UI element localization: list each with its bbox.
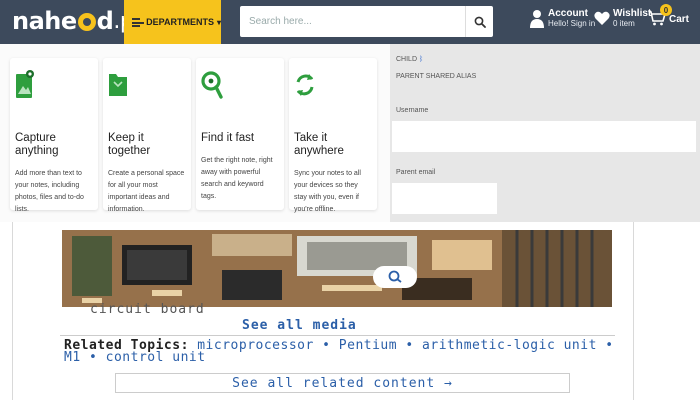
wishlist-title: Wishlist (613, 8, 652, 19)
bluetooth-icon: ᛒ (418, 56, 424, 63)
child-label: CHILD ᛒ (396, 56, 423, 63)
username-label: Username (396, 107, 429, 114)
search-button[interactable] (465, 6, 493, 37)
account-subtitle: Hello! Sign in (548, 19, 596, 28)
heart-icon (594, 11, 610, 25)
search-icon (474, 16, 486, 28)
divider (60, 335, 615, 336)
wishlist-link[interactable]: Wishlist 0 item (594, 8, 651, 29)
hamburger-icon (132, 17, 145, 27)
cart-label: Cart (669, 14, 690, 25)
article-section: circuit board See all media Related Topi… (0, 222, 700, 400)
site-header: nahed.pk DEPARTMENTS ▾ Account Hello! Si… (0, 0, 700, 44)
account-title: Account (548, 8, 588, 19)
parent-email-label: Parent email (396, 169, 436, 176)
cart-link[interactable]: 0 Cart (648, 4, 690, 31)
parent-email-input[interactable] (392, 183, 497, 214)
caret-down-icon: ▾ (216, 17, 221, 27)
wishlist-subtitle: 0 item (613, 19, 635, 28)
departments-label: DEPARTMENTS (146, 17, 214, 27)
logo-ring-icon (77, 13, 96, 31)
feature-title: Keep it together (108, 132, 151, 157)
feature-description: Add more than text to your notes, includ… (15, 170, 84, 213)
feature-title: Find it fast (201, 132, 255, 144)
user-icon (530, 9, 544, 28)
child-label-text: CHILD (396, 56, 418, 63)
feature-card-capture[interactable]: Capture anything Add more than text to y… (10, 58, 98, 213)
feature-title: Capture anything (15, 132, 59, 157)
cart-count-badge: 0 (660, 4, 672, 16)
see-all-media-link[interactable]: See all media (242, 318, 357, 333)
zoom-icon (388, 270, 402, 283)
search-icon (201, 71, 223, 99)
photo-note-icon (16, 70, 34, 98)
parent-shared-alias-label: PARENT SHARED ALIAS (396, 73, 477, 80)
search-input[interactable] (240, 6, 462, 37)
feature-card-find[interactable]: Find it fast Get the right note, right a… (196, 58, 284, 210)
sync-icon (296, 74, 314, 96)
search-bar (240, 6, 493, 37)
feature-description: Get the right note, right away with powe… (201, 157, 273, 200)
signup-form-panel: CHILD ᛒ PARENT SHARED ALIAS Username Par… (390, 44, 700, 222)
departments-button[interactable]: DEPARTMENTS ▾ (124, 0, 221, 44)
feature-description: Sync your notes to all your devices so t… (294, 170, 361, 213)
feature-card-anywhere[interactable]: Take it anywhere Sync your notes to all … (289, 58, 377, 213)
features-section: Capture anything Add more than text to y… (0, 44, 390, 222)
logo-text-part1: nahe (12, 7, 77, 35)
account-link[interactable]: Account Hello! Sign in (530, 8, 595, 29)
feature-card-together[interactable]: Keep it together Create a personal space… (103, 58, 191, 213)
logo-text-part2: d (96, 7, 114, 35)
folder-icon (109, 74, 127, 96)
feature-title: Take it anywhere (294, 132, 344, 157)
feature-description: Create a personal space for all your mos… (108, 170, 185, 213)
circuit-board-photo (62, 230, 612, 307)
circuit-board-image[interactable] (62, 230, 612, 307)
related-topics: Related Topics: microprocessor • Pentium… (64, 339, 624, 364)
username-input[interactable] (392, 121, 696, 152)
zoom-button[interactable] (373, 266, 417, 288)
image-caption: circuit board (90, 302, 205, 317)
see-all-related-content-button[interactable]: See all related content → (115, 373, 570, 393)
